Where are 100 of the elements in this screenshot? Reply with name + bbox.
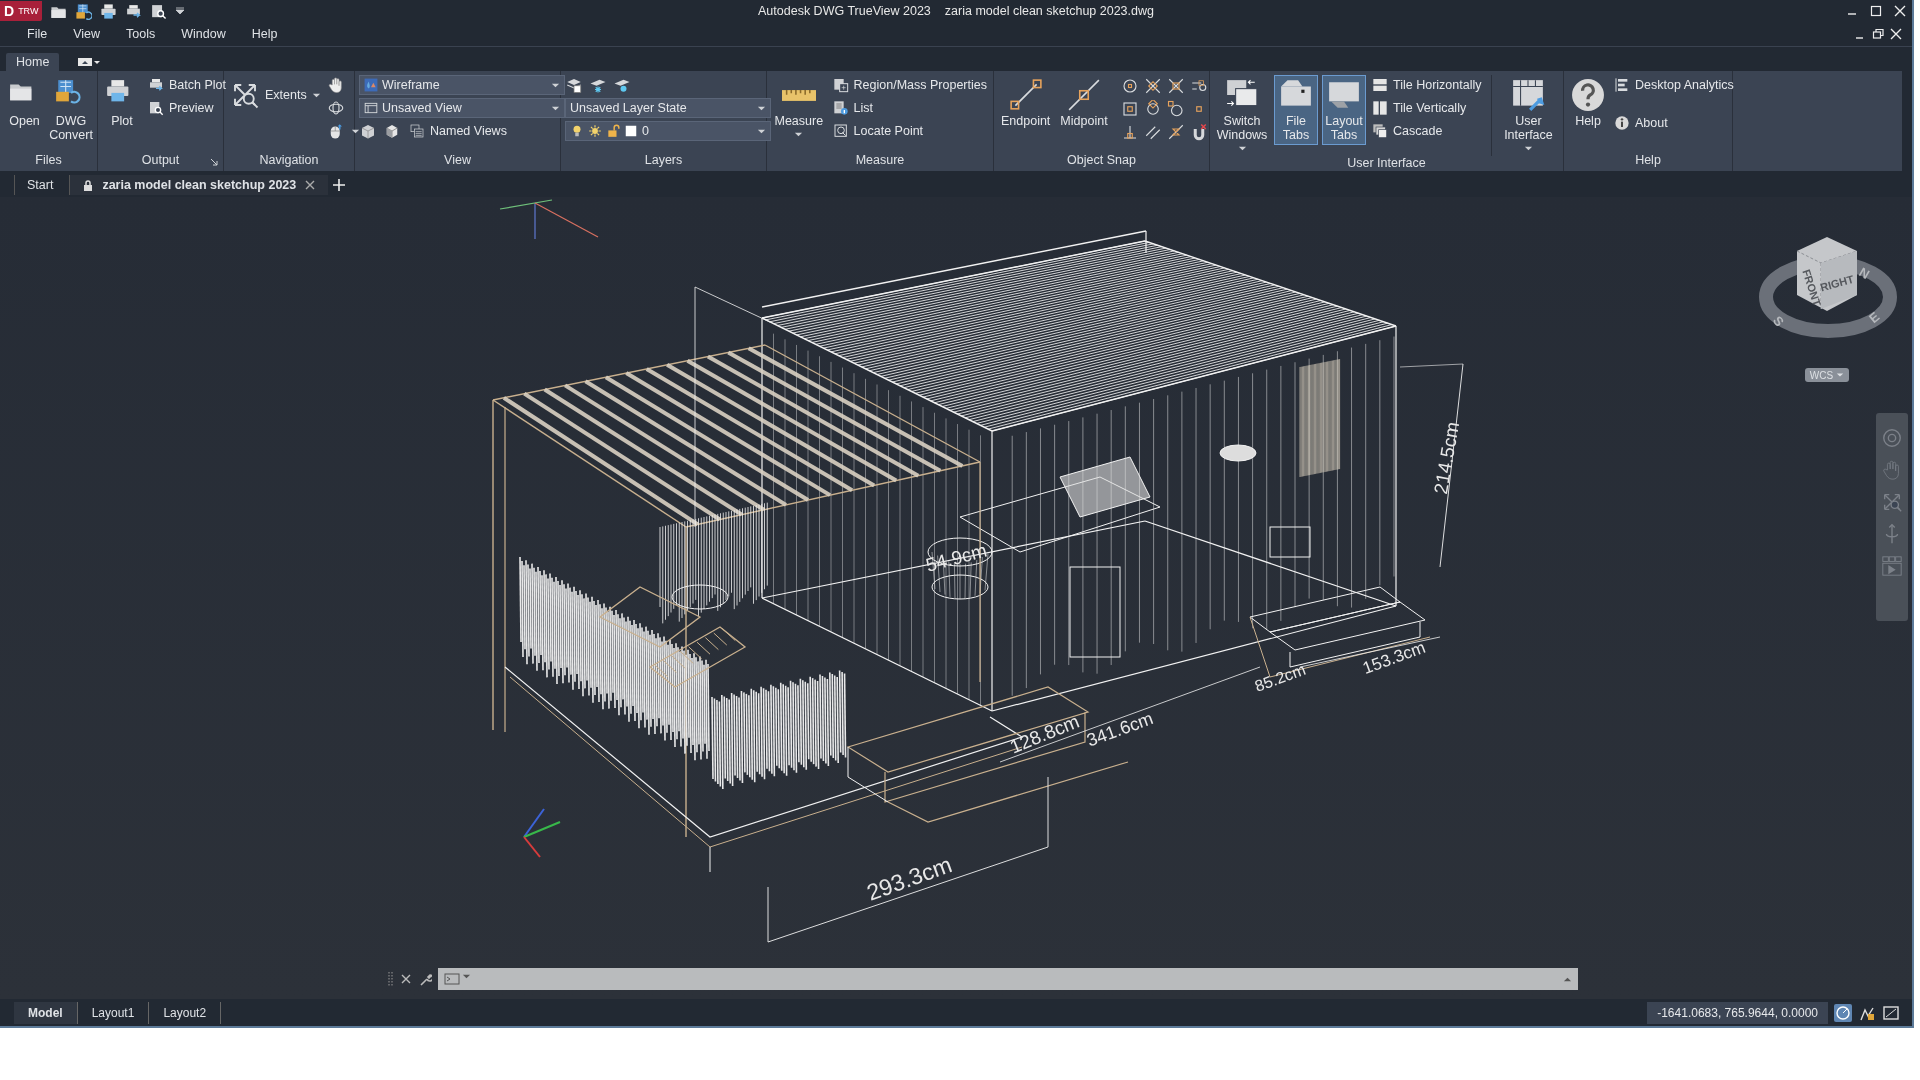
zoom-extents-icon[interactable] — [1881, 491, 1903, 513]
toggle-button[interactable]: File Tabs — [1274, 75, 1318, 145]
command-prompt-icon[interactable] — [444, 972, 460, 986]
caret-icon — [1836, 371, 1845, 379]
grip-icon[interactable] — [387, 971, 394, 987]
padlock-icon — [82, 179, 95, 191]
caret-icon — [1237, 144, 1247, 153]
menu-item[interactable]: Help — [238, 27, 291, 41]
caret-icon — [1523, 144, 1533, 153]
view-icon — [364, 101, 378, 115]
ribbon-button[interactable]: Help — [1568, 75, 1608, 131]
intersection-snap-icon[interactable] — [1143, 77, 1162, 95]
ruler-icon — [781, 90, 816, 101]
ribbon-button[interactable]: Desktop Analytics — [1612, 75, 1736, 95]
preview-icon[interactable] — [150, 2, 168, 20]
ucs-axes-icon — [499, 199, 599, 240]
ribbon-button[interactable]: Region/Mass Properties — [830, 75, 989, 95]
ribbon-button[interactable]: Open — [4, 75, 45, 131]
intersection-snap-icon[interactable] — [1166, 77, 1185, 95]
endpoint-icon — [1008, 78, 1043, 112]
close-icon[interactable] — [304, 179, 317, 191]
app-logo: D TRW — [0, 1, 43, 21]
ribbon-button[interactable]: Batch Plot — [146, 75, 228, 95]
layer-properties-icon[interactable] — [565, 76, 583, 94]
dimension-label: 214.5cm — [1429, 420, 1464, 496]
printer-icon — [148, 77, 164, 93]
ribbon-toggle-icon[interactable] — [77, 56, 102, 68]
ribbon-tab[interactable]: Home — [6, 53, 60, 71]
ribbon-button[interactable]: User Interface — [1500, 75, 1557, 156]
ribbon-button[interactable]: Endpoint — [998, 75, 1054, 131]
menu-item[interactable]: View — [60, 27, 114, 41]
menu-item[interactable]: File — [14, 27, 61, 41]
ribbon-button[interactable]: Named Views — [407, 121, 509, 141]
dropdown[interactable]: Unsaved Layer State — [565, 98, 771, 118]
padlock-icon — [606, 124, 620, 138]
tangent-snap-icon[interactable] — [1166, 100, 1185, 118]
cascade-icon — [1372, 123, 1388, 139]
ribbon-button[interactable]: Tile Vertically — [1370, 98, 1484, 118]
ribbon-button[interactable]: Tile Horizontally — [1370, 75, 1484, 95]
pan-icon[interactable] — [326, 76, 345, 94]
dropdown[interactable]: Wireframe — [359, 75, 565, 95]
ribbon-button[interactable]: Measure — [771, 75, 827, 142]
command-line-field[interactable] — [438, 968, 1578, 990]
ribbon-button[interactable]: Midpoint — [1057, 75, 1111, 131]
layout-tab[interactable]: Model — [14, 1001, 78, 1024]
menu-item[interactable]: Tools — [113, 27, 169, 41]
restore-icon[interactable] — [1872, 28, 1884, 40]
ribbon-button[interactable]: Extents — [228, 85, 323, 105]
dropdown[interactable]: Unsaved View — [359, 98, 565, 118]
insertion-snap-icon[interactable] — [1120, 100, 1139, 118]
maximize-icon[interactable] — [1870, 5, 1882, 17]
layout-tab[interactable]: Layout1 — [77, 1001, 150, 1024]
file-tab[interactable]: zaria model clean sketchup 2023 — [69, 175, 329, 195]
caret-icon — [794, 130, 804, 139]
viewcube-face-label[interactable]: RIGHT — [1818, 272, 1856, 294]
toggle-button[interactable]: Layout Tabs — [1322, 75, 1366, 145]
locate-point-icon — [832, 123, 849, 139]
cursor-icon[interactable] — [1834, 1003, 1852, 1022]
analytics-icon — [1614, 77, 1630, 93]
ribbon-button[interactable]: Cascade — [1370, 121, 1484, 141]
close-icon[interactable] — [400, 973, 412, 985]
ribbon-button[interactable]: DWG Convert — [49, 75, 93, 145]
launcher-icon[interactable] — [209, 157, 219, 167]
tile-vertically-icon — [1372, 100, 1388, 116]
preview-icon — [148, 100, 164, 116]
wrench-icon[interactable] — [418, 972, 432, 986]
layout-tab[interactable]: Layout2 — [149, 1001, 222, 1024]
list-icon — [832, 100, 849, 116]
panel-title: Object Snap — [1067, 153, 1136, 169]
clean-screen-icon[interactable] — [1882, 1003, 1900, 1022]
ribbon-button[interactable]: List — [830, 98, 989, 118]
ribbon-button[interactable]: Preview — [146, 98, 228, 118]
midpoint-icon — [1067, 78, 1101, 112]
visual-style-icon — [364, 78, 378, 92]
convert-icon[interactable] — [75, 2, 93, 20]
panel-title: View — [444, 153, 471, 169]
file-tab[interactable]: Start — [14, 175, 66, 195]
menu-item[interactable]: Window — [168, 27, 239, 41]
ribbon-button[interactable]: Plot — [102, 75, 142, 131]
region-icon — [832, 77, 849, 93]
panel-title: Files — [35, 153, 62, 169]
printer-icon[interactable] — [125, 2, 143, 20]
cube-icon[interactable] — [383, 122, 401, 140]
panel-title: Layers — [644, 153, 683, 169]
cube-icon[interactable] — [359, 122, 377, 140]
ucs-axes-icon — [523, 808, 561, 858]
printer-icon[interactable] — [100, 2, 118, 20]
dimension-label: 85.2cm — [1252, 660, 1308, 695]
tile-horizontally-icon — [1372, 77, 1388, 93]
ribbon-button[interactable]: Locate Point — [830, 121, 989, 141]
viewcube-cube[interactable] — [1796, 237, 1858, 311]
center-snap-icon[interactable] — [1120, 77, 1139, 95]
nearest-snap-icon[interactable] — [1166, 123, 1185, 141]
ribbon-button[interactable]: Switch Windows — [1214, 75, 1270, 156]
panel-title: User Interface — [1347, 156, 1426, 172]
plus-icon[interactable] — [332, 178, 347, 192]
panel-title: Help — [1635, 153, 1661, 169]
caret-icon[interactable] — [175, 6, 186, 16]
dropdown[interactable]: 0 — [565, 121, 771, 141]
ribbon-button[interactable]: About — [1612, 113, 1736, 133]
